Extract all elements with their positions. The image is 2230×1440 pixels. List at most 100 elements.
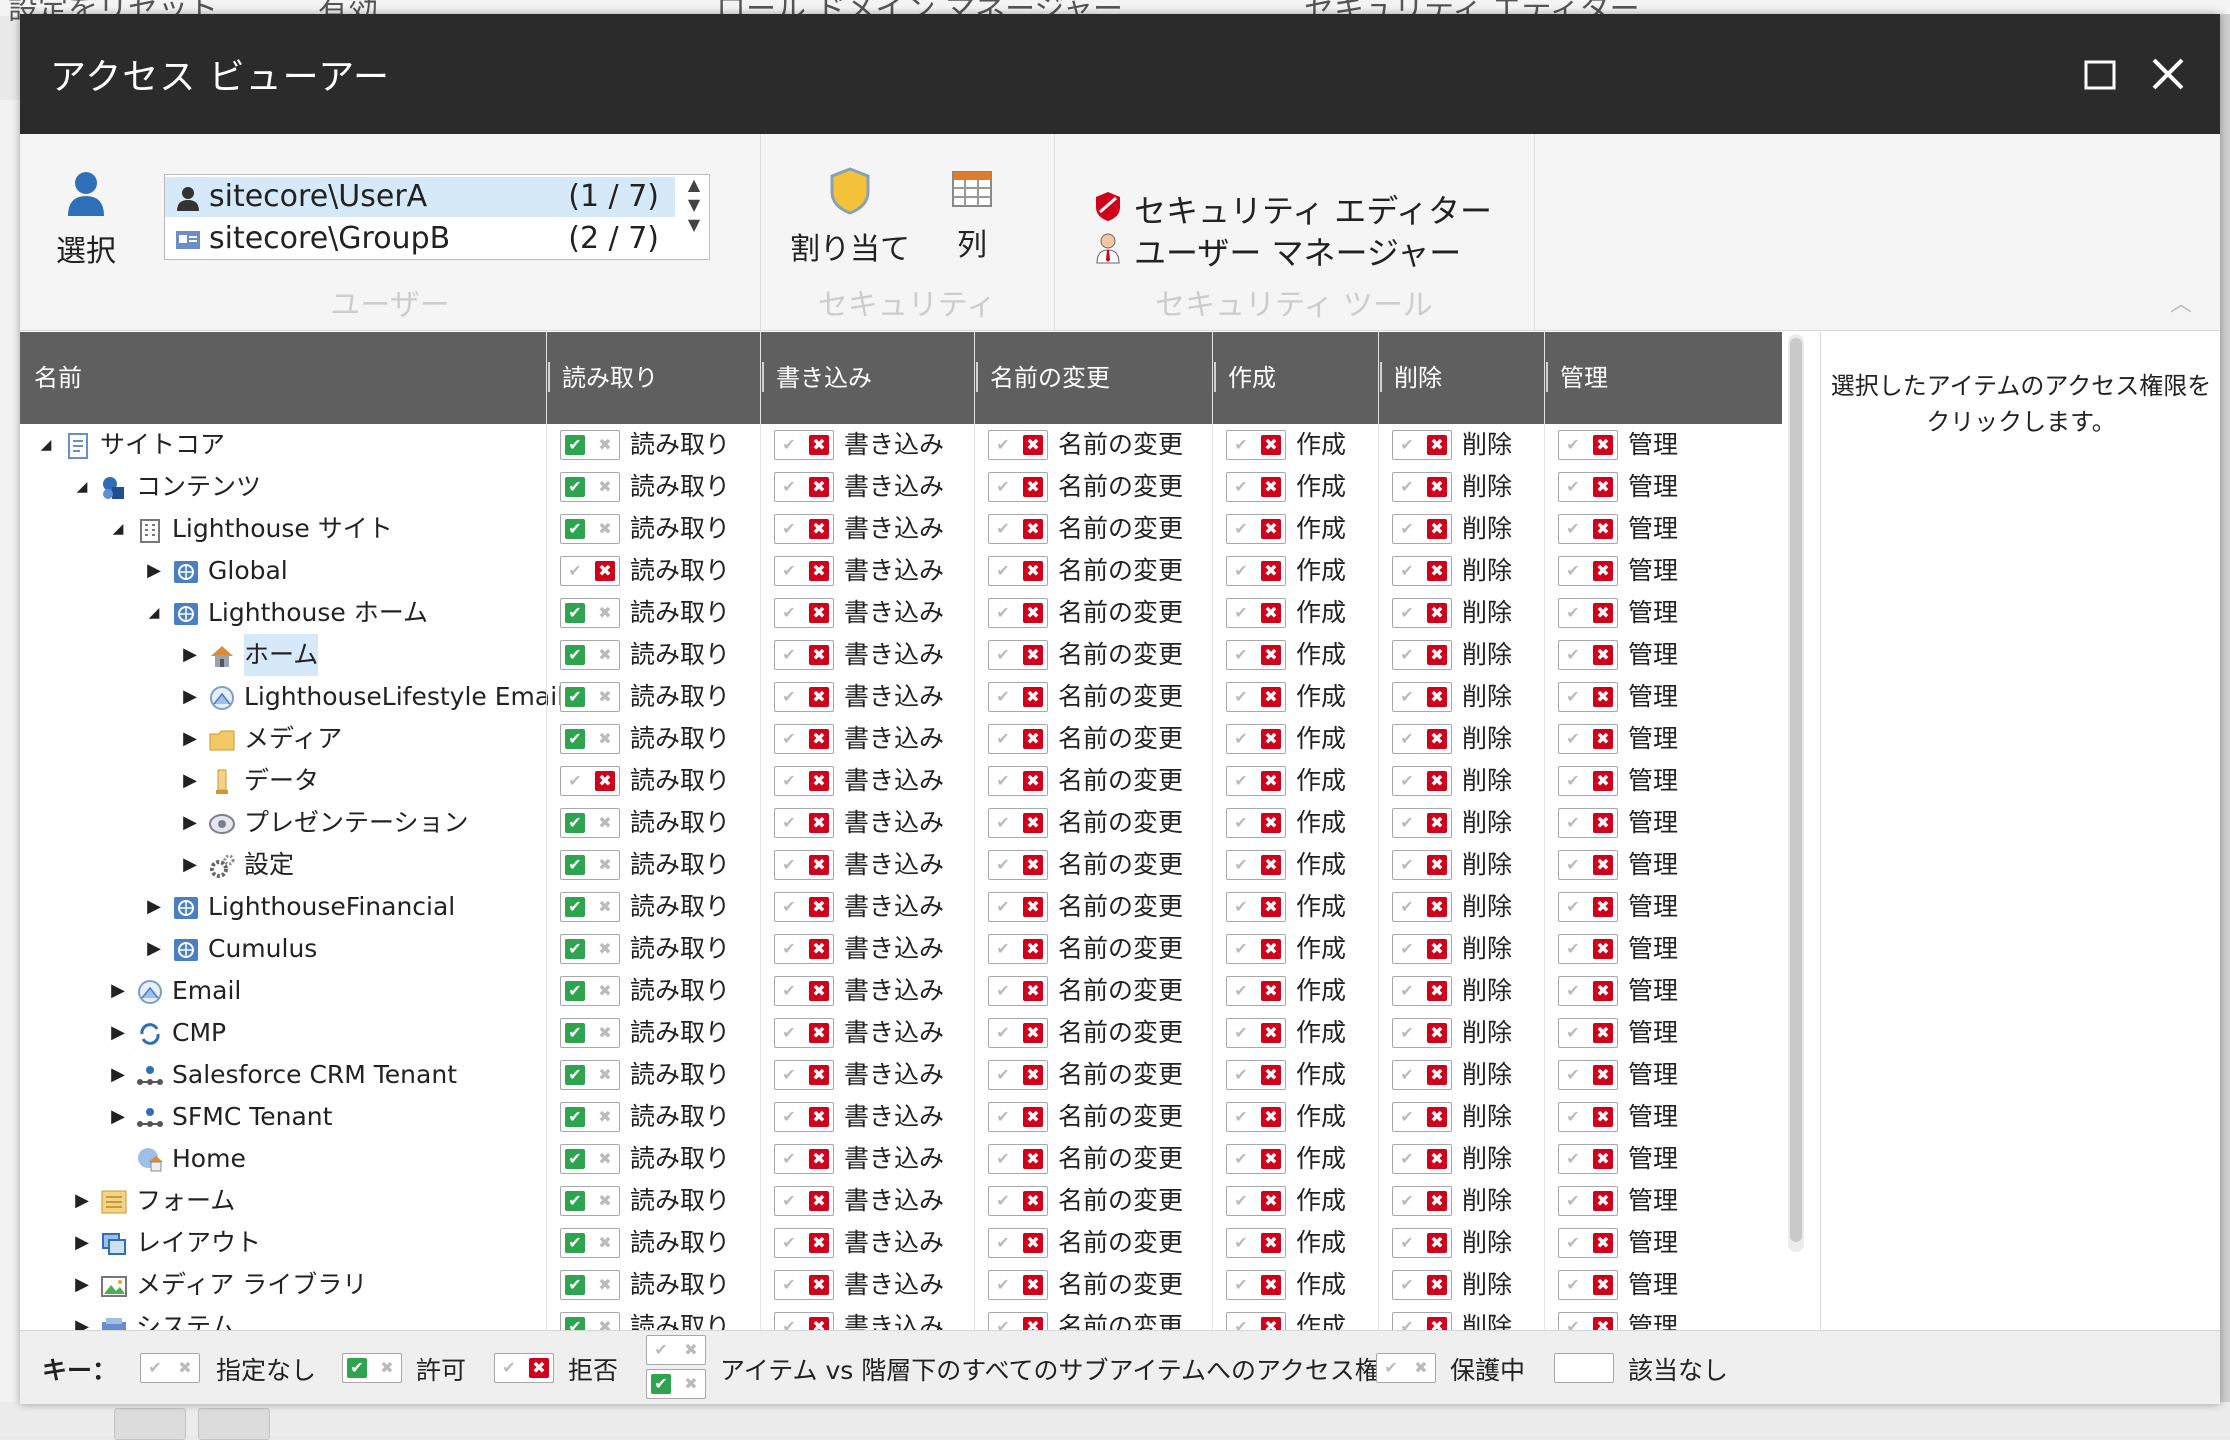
expand-arrow-icon[interactable]: ▶: [144, 928, 164, 970]
permission-toggle[interactable]: ✔ ✖: [988, 1270, 1048, 1300]
permission-toggle[interactable]: ✔ ✖: [774, 514, 834, 544]
permission-toggle[interactable]: ✔ ✖: [560, 472, 620, 502]
permission-toggle[interactable]: ✔ ✖: [1226, 892, 1286, 922]
header-write[interactable]: 書き込み: [762, 332, 976, 424]
permission-toggle[interactable]: ✔ ✖: [1558, 1018, 1618, 1048]
permission-toggle[interactable]: ✔ ✖: [988, 1144, 1048, 1174]
permission-toggle[interactable]: ✔ ✖: [988, 1102, 1048, 1132]
permission-toggle[interactable]: ✔ ✖: [1226, 1270, 1286, 1300]
maximize-icon[interactable]: [2080, 54, 2120, 94]
header-delete[interactable]: 削除: [1380, 332, 1546, 424]
permission-toggle[interactable]: ✔ ✖: [774, 556, 834, 586]
permission-toggle[interactable]: ✔ ✖: [988, 514, 1048, 544]
permission-toggle[interactable]: ✔ ✖: [1558, 472, 1618, 502]
table-row[interactable]: ▶ システム ✔ ✖ 読み取り ✔ ✖ 書き込み ✔ ✖ 名前の変更 ✔ ✖ 作成 ✔ ✖ 削除 ✔ ✖ 管理: [20, 1306, 1782, 1330]
table-row[interactable]: ▶ レイアウト ✔ ✖ 読み取り ✔ ✖ 書き込み ✔ ✖ 名前の変更 ✔ ✖ 作成 ✔ ✖ 削除 ✔ ✖ 管理: [20, 1222, 1782, 1264]
permission-toggle[interactable]: ✔ ✖: [988, 850, 1048, 880]
table-row[interactable]: ▶ Salesforce CRM Tenant ✔ ✖ 読み取り ✔ ✖ 書き込み ✔ ✖ 名前の変…: [20, 1054, 1782, 1096]
permission-toggle[interactable]: ✔ ✖: [1392, 682, 1452, 712]
header-name[interactable]: 名前: [20, 332, 548, 424]
permission-toggle[interactable]: ✔ ✖: [1226, 556, 1286, 586]
permission-toggle[interactable]: ✔ ✖: [774, 1312, 834, 1330]
permission-toggle[interactable]: ✔ ✖: [1558, 808, 1618, 838]
permission-toggle[interactable]: ✔ ✖: [560, 892, 620, 922]
permission-toggle[interactable]: ✔ ✖: [988, 640, 1048, 670]
permission-toggle[interactable]: ✔ ✖: [1558, 514, 1618, 544]
permission-toggle[interactable]: ✔ ✖: [1392, 1270, 1452, 1300]
permission-toggle[interactable]: ✔ ✖: [1558, 556, 1618, 586]
user-row[interactable]: sitecore\UserA (1 / 7): [165, 177, 675, 217]
permission-toggle[interactable]: ✔ ✖: [560, 1228, 620, 1258]
permission-toggle[interactable]: ✔ ✖: [988, 556, 1048, 586]
table-row[interactable]: ▶ 設定 ✔ ✖ 読み取り ✔ ✖ 書き込み ✔ ✖ 名前の変更 ✔ ✖ 作成 ✔ ✖ 削除 ✔ ✖ 管理: [20, 844, 1782, 886]
permission-toggle[interactable]: ✔ ✖: [1558, 892, 1618, 922]
select-user-button[interactable]: 選択: [36, 168, 136, 270]
permission-toggle[interactable]: ✔ ✖: [1392, 724, 1452, 754]
table-row[interactable]: ▶ データ ✔ ✖ 読み取り ✔ ✖ 書き込み ✔ ✖ 名前の変更 ✔ ✖ 作成 ✔ ✖ 削除 ✔ ✖ 管理: [20, 760, 1782, 802]
table-row[interactable]: ◢ Lighthouse ホーム ✔ ✖ 読み取り ✔ ✖ 書き込み ✔ ✖ 名前の変更 ✔ ✖ 作成 ✔ ✖…: [20, 592, 1782, 634]
permission-toggle[interactable]: ✔ ✖: [560, 1270, 620, 1300]
expand-arrow-icon[interactable]: ▶: [72, 1222, 92, 1264]
permission-toggle[interactable]: ✔ ✖: [1558, 598, 1618, 628]
permission-toggle[interactable]: ✔ ✖: [1558, 1060, 1618, 1090]
expand-arrow-icon[interactable]: ▶: [72, 1264, 92, 1306]
permission-toggle[interactable]: ✔ ✖: [988, 1186, 1048, 1216]
permission-toggle[interactable]: ✔ ✖: [774, 640, 834, 670]
permission-toggle[interactable]: ✔ ✖: [1392, 976, 1452, 1006]
permission-toggle[interactable]: ✔ ✖: [988, 1018, 1048, 1048]
columns-button[interactable]: 列: [932, 166, 1012, 264]
grid-scrollbar[interactable]: [1788, 334, 1804, 1252]
permission-toggle[interactable]: ✔ ✖: [774, 1270, 834, 1300]
permission-toggle[interactable]: ✔ ✖: [560, 1312, 620, 1330]
expand-arrow-icon[interactable]: ▶: [108, 970, 128, 1012]
grid-scrollbar-thumb[interactable]: [1790, 338, 1802, 1242]
table-row[interactable]: ▶ LighthouseFinancial ✔ ✖ 読み取り ✔ ✖ 書き込み ✔ ✖ 名前の変更 ✔…: [20, 886, 1782, 928]
permission-toggle[interactable]: ✔ ✖: [1558, 1228, 1618, 1258]
header-admin[interactable]: 管理: [1546, 332, 1782, 424]
table-row[interactable]: ▶ LighthouseLifestyle Emails ✔ ✖ 読み取り ✔ ✖ 書き込み ✔…: [20, 676, 1782, 718]
scroll-more-icon[interactable]: ▼: [679, 215, 709, 235]
permission-toggle[interactable]: ✔ ✖: [1392, 1102, 1452, 1132]
permission-toggle[interactable]: ✔ ✖: [1226, 766, 1286, 796]
permission-toggle[interactable]: ✔ ✖: [1226, 1018, 1286, 1048]
table-row[interactable]: ▶ Email ✔ ✖ 読み取り ✔ ✖ 書き込み ✔ ✖ 名前の変更 ✔ ✖ 作成 ✔ ✖ 削除 ✔ ✖ 管理: [20, 970, 1782, 1012]
permission-toggle[interactable]: ✔ ✖: [1226, 808, 1286, 838]
permission-toggle[interactable]: ✔ ✖: [988, 1312, 1048, 1330]
permission-toggle[interactable]: ✔ ✖: [1392, 514, 1452, 544]
permission-toggle[interactable]: ✔ ✖: [774, 682, 834, 712]
user-list[interactable]: sitecore\UserA (1 / 7) sitecore\GroupB (…: [164, 174, 710, 260]
permission-toggle[interactable]: ✔ ✖: [1558, 976, 1618, 1006]
expand-arrow-icon[interactable]: ▶: [144, 886, 164, 928]
collapse-arrow-icon[interactable]: ◢: [72, 466, 92, 508]
permission-toggle[interactable]: ✔ ✖: [1392, 808, 1452, 838]
permission-toggle[interactable]: ✔ ✖: [774, 430, 834, 460]
permission-toggle[interactable]: ✔ ✖: [560, 976, 620, 1006]
table-row[interactable]: ▶ フォーム ✔ ✖ 読み取り ✔ ✖ 書き込み ✔ ✖ 名前の変更 ✔ ✖ 作成 ✔ ✖ 削除 ✔ ✖ 管理: [20, 1180, 1782, 1222]
permission-toggle[interactable]: ✔ ✖: [1392, 472, 1452, 502]
table-row[interactable]: ◢ コンテンツ ✔ ✖ 読み取り ✔ ✖ 書き込み ✔ ✖ 名前の変更 ✔ ✖ 作成 ✔ ✖ 削除 ✔ ✖ 管理: [20, 466, 1782, 508]
permission-toggle[interactable]: ✔ ✖: [774, 934, 834, 964]
permission-toggle[interactable]: ✔ ✖: [1392, 1186, 1452, 1216]
table-row[interactable]: ▶ メディア ✔ ✖ 読み取り ✔ ✖ 書き込み ✔ ✖ 名前の変更 ✔ ✖ 作成 ✔ ✖ 削除 ✔ ✖ 管理: [20, 718, 1782, 760]
permission-toggle[interactable]: ✔ ✖: [1558, 724, 1618, 754]
permission-toggle[interactable]: ✔ ✖: [560, 598, 620, 628]
permission-toggle[interactable]: ✔ ✖: [560, 682, 620, 712]
permission-toggle[interactable]: ✔ ✖: [988, 598, 1048, 628]
permission-toggle[interactable]: ✔ ✖: [1392, 892, 1452, 922]
permission-toggle[interactable]: ✔ ✖: [1558, 850, 1618, 880]
permission-toggle[interactable]: ✔ ✖: [988, 766, 1048, 796]
permission-toggle[interactable]: ✔ ✖: [1226, 514, 1286, 544]
permission-toggle[interactable]: ✔ ✖: [1392, 766, 1452, 796]
table-row[interactable]: ▶ メディア ライブラリ ✔ ✖ 読み取り ✔ ✖ 書き込み ✔ ✖ 名前の変更 ✔ ✖ 作成 ✔ ✖ 削除 ✔ ✖…: [20, 1264, 1782, 1306]
permission-toggle[interactable]: ✔ ✖: [560, 1144, 620, 1174]
permission-toggle[interactable]: ✔ ✖: [774, 472, 834, 502]
expand-arrow-icon[interactable]: ▶: [180, 844, 200, 886]
table-row[interactable]: ▶ Global ✔ ✖ 読み取り ✔ ✖ 書き込み ✔ ✖ 名前の変更 ✔ ✖ 作成 ✔ ✖ 削除 ✔ ✖ 管理: [20, 550, 1782, 592]
permission-toggle[interactable]: ✔ ✖: [1226, 850, 1286, 880]
permission-toggle[interactable]: ✔ ✖: [1558, 1270, 1618, 1300]
table-row[interactable]: ▶ Cumulus ✔ ✖ 読み取り ✔ ✖ 書き込み ✔ ✖ 名前の変更 ✔ ✖ 作成 ✔ ✖ 削除 ✔ ✖ 管理: [20, 928, 1782, 970]
permission-toggle[interactable]: ✔ ✖: [1226, 430, 1286, 460]
permission-toggle[interactable]: ✔ ✖: [774, 598, 834, 628]
expand-arrow-icon[interactable]: ▶: [72, 1180, 92, 1222]
permission-toggle[interactable]: ✔ ✖: [560, 1186, 620, 1216]
